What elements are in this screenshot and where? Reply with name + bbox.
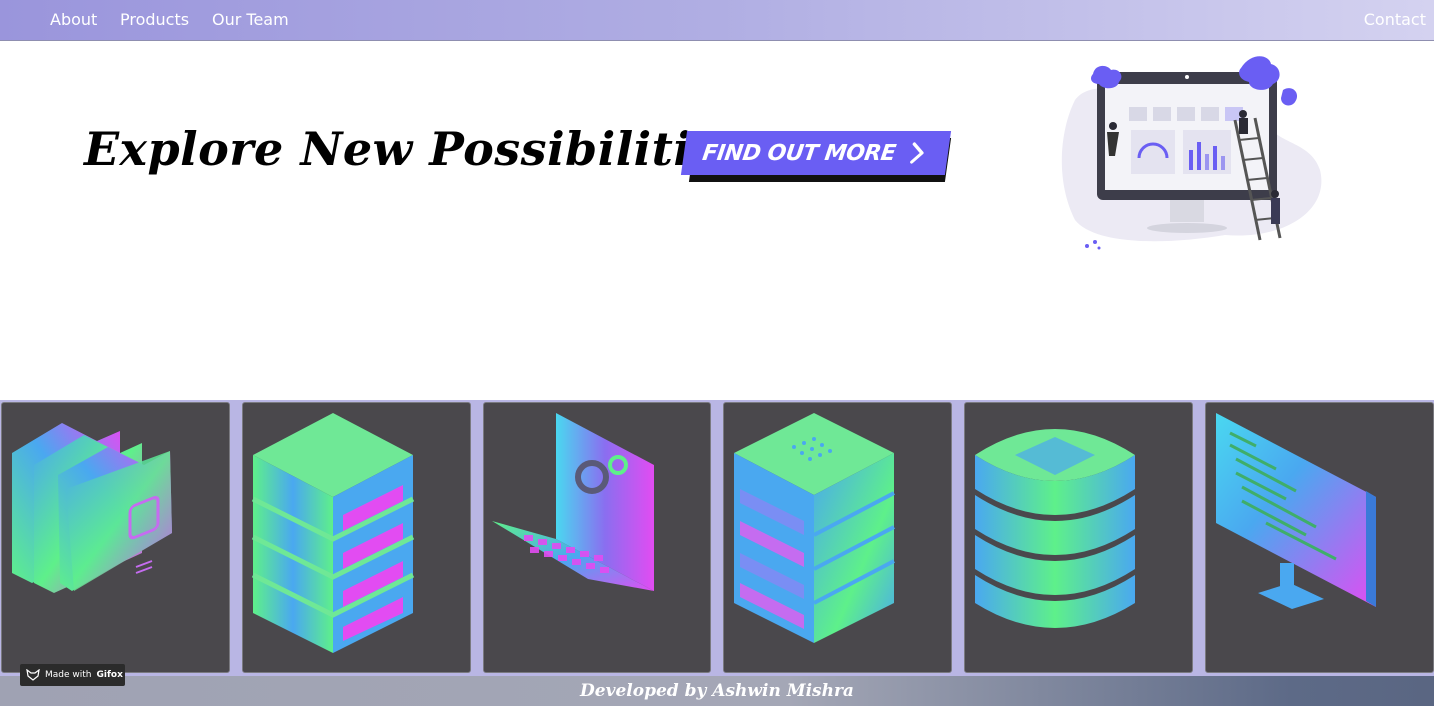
dashboard-illustration	[1061, 56, 1322, 250]
code-monitor-icon	[1216, 413, 1376, 609]
hero-title: Explore New Possibilities	[84, 122, 748, 176]
folders-icon	[12, 423, 172, 593]
footer: Developed by Ashwin Mishra	[0, 676, 1434, 706]
nav-link-about[interactable]: About	[50, 10, 97, 29]
chevron-right-icon	[910, 142, 925, 164]
gifox-prefix: Made with	[45, 670, 92, 680]
fox-logo-icon	[26, 669, 40, 681]
gifox-brand: Gifox	[96, 670, 123, 680]
find-out-more-button[interactable]: FIND OUT MORE	[680, 131, 952, 175]
laptop-settings-icon	[492, 413, 654, 591]
product-card[interactable]	[964, 402, 1193, 673]
product-card[interactable]	[1205, 402, 1434, 673]
product-card[interactable]	[242, 402, 471, 673]
find-out-more-label: FIND OUT MORE	[700, 140, 898, 166]
footer-credit: Developed by Ashwin Mishra	[580, 681, 854, 701]
top-navbar: About Products Our Team Contact	[0, 0, 1434, 41]
nav-link-our-team[interactable]: Our Team	[212, 10, 289, 29]
database-stack-icon	[975, 429, 1135, 628]
nav-link-products[interactable]: Products	[120, 10, 189, 29]
product-card[interactable]	[483, 402, 711, 673]
database-server-icon	[734, 413, 895, 643]
product-card[interactable]	[723, 402, 952, 673]
gifox-badge: Made with Gifox	[20, 664, 125, 686]
server-rack-icon	[251, 413, 415, 653]
product-card-strip	[0, 400, 1434, 676]
cta-wrapper: FIND OUT MORE	[680, 131, 956, 183]
nav-link-contact[interactable]: Contact	[1364, 10, 1426, 29]
product-card[interactable]	[1, 402, 230, 673]
